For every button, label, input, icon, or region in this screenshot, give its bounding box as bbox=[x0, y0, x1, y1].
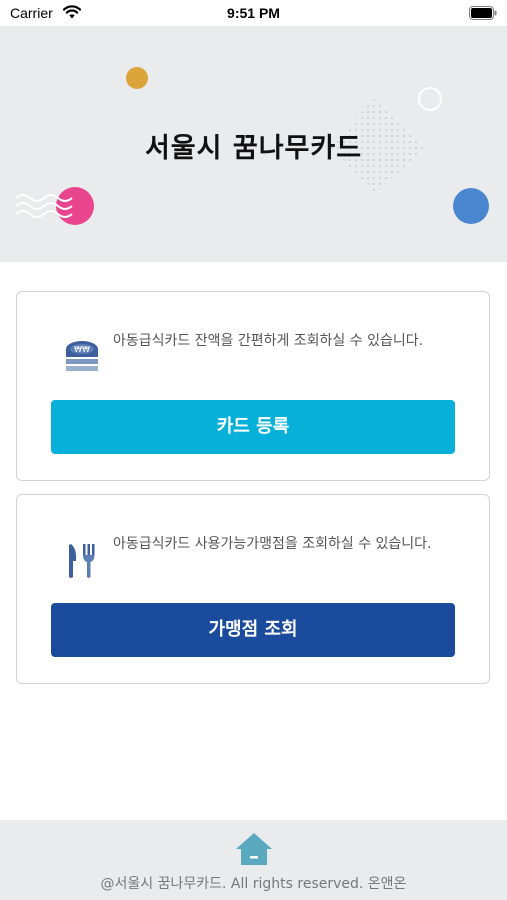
fork-knife-icon bbox=[69, 544, 95, 578]
card-balance-panel: ₩₩ 아동급식카드 잔액을 간편하게 조회하실 수 있습니다. 카드 등록 bbox=[16, 291, 490, 481]
home-icon[interactable] bbox=[235, 831, 273, 867]
card-register-button[interactable]: 카드 등록 bbox=[51, 400, 455, 454]
store-search-panel: 아동급식카드 사용가능가맹점을 조회하실 수 있습니다. 가맹점 조회 bbox=[16, 494, 490, 684]
battery-icon bbox=[469, 6, 497, 20]
store-search-description: 아동급식카드 사용가능가맹점을 조회하실 수 있습니다. bbox=[113, 536, 432, 552]
page-title: 서울시 꿈나무카드 bbox=[144, 133, 363, 164]
footer: @서울시 꿈나무카드. All rights reserved. 온앤온 bbox=[0, 820, 507, 900]
footer-copyright: @서울시 꿈나무카드. All rights reserved. 온앤온 bbox=[100, 876, 407, 892]
store-search-button[interactable]: 가맹점 조회 bbox=[51, 603, 455, 657]
svg-text:₩₩: ₩₩ bbox=[74, 345, 90, 354]
status-bar: Carrier 9:51 PM bbox=[0, 0, 507, 26]
card-balance-description: 아동급식카드 잔액을 간편하게 조회하실 수 있습니다. bbox=[113, 333, 424, 349]
hero-banner: 서울시 꿈나무카드 bbox=[0, 26, 507, 262]
status-time: 9:51 PM bbox=[227, 5, 280, 21]
card-stack-icon: ₩₩ bbox=[66, 341, 98, 371]
